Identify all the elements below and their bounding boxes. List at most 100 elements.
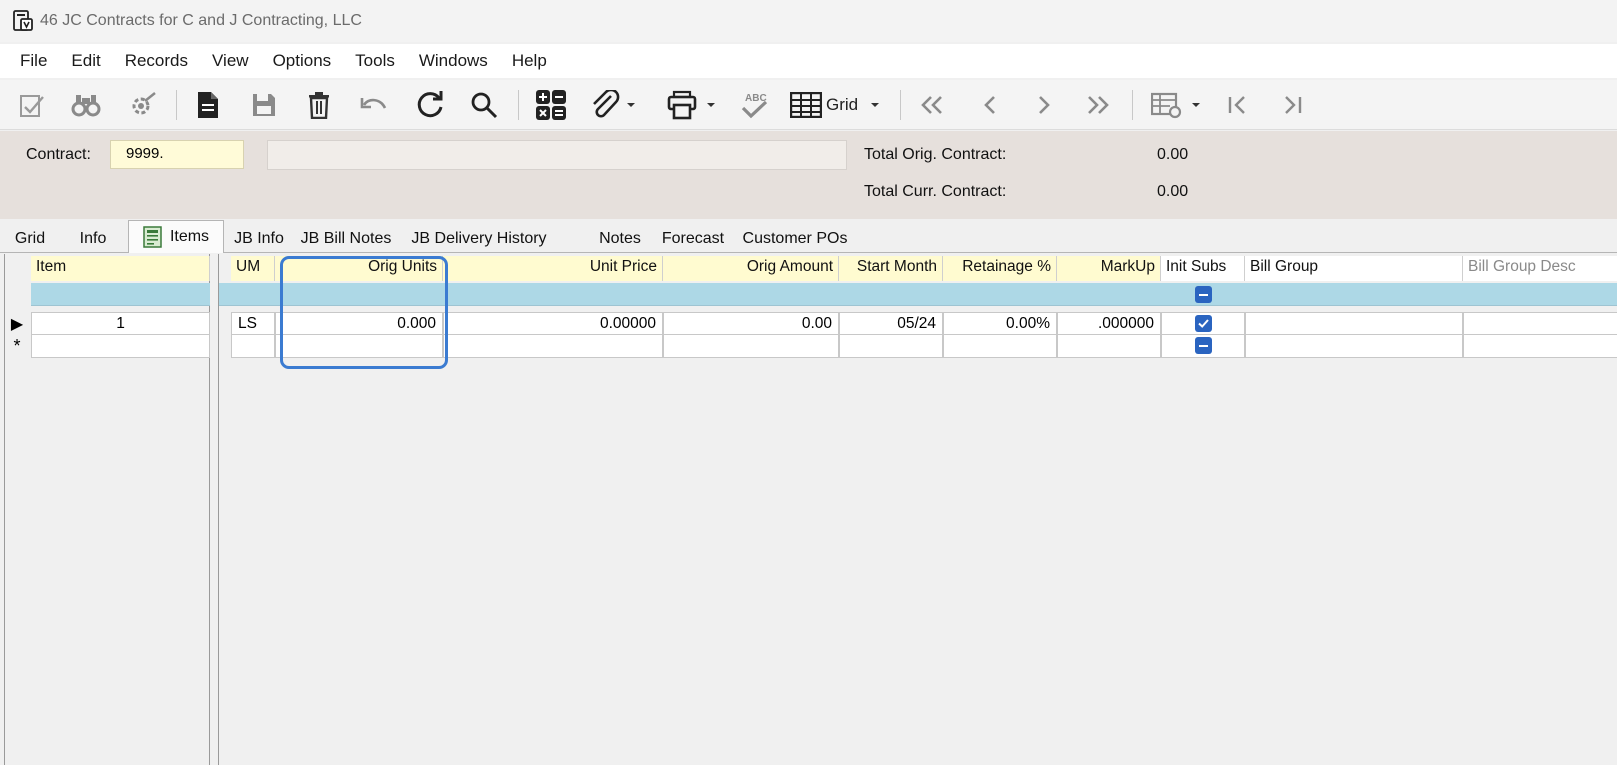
tab-info[interactable]: Info (62, 224, 124, 253)
new-row-cell-markup[interactable] (1057, 335, 1161, 358)
tab-grid-label: Grid (14, 229, 46, 247)
items-grid-main: UM Orig Units Unit Price Orig Amount Sta… (218, 254, 1617, 765)
settings-icon[interactable] (124, 88, 160, 122)
column-header-item[interactable]: Item (31, 256, 210, 281)
init-subs-checkbox[interactable] (1195, 315, 1212, 332)
contract-description-field[interactable] (267, 140, 847, 170)
refresh-icon[interactable] (412, 88, 448, 122)
menu-edit[interactable]: Edit (59, 51, 112, 71)
new-row-indicator[interactable]: * (5, 335, 29, 358)
new-row-cell-start-month[interactable] (839, 335, 943, 358)
init-subs-filter-checkbox[interactable] (1195, 286, 1212, 303)
items-grid-fixed: Item ▶ 1 * (4, 254, 210, 765)
last-page-icon[interactable] (1080, 88, 1116, 122)
menu-file[interactable]: File (8, 51, 59, 71)
cell-start-month[interactable]: 05/24 (839, 312, 943, 335)
last-record-icon[interactable] (1274, 88, 1310, 122)
column-header-um[interactable]: UM (231, 256, 275, 281)
column-header-start-month[interactable]: Start Month (839, 256, 943, 281)
column-header-markup[interactable]: MarkUp (1057, 256, 1161, 281)
filter-row[interactable] (31, 283, 210, 306)
column-header-bill-group[interactable]: Bill Group (1245, 256, 1463, 281)
new-row-cell-retainage[interactable] (943, 335, 1057, 358)
total-curr-contract-label: Total Curr. Contract: (864, 183, 1007, 200)
grid-view-button[interactable]: Grid (790, 88, 890, 122)
menu-help[interactable]: Help (500, 51, 559, 71)
cell-um[interactable]: LS (231, 312, 275, 335)
new-row-init-subs-checkbox[interactable] (1195, 337, 1212, 354)
grid-settings-icon[interactable] (1146, 88, 1206, 122)
tab-forecast[interactable]: Forecast (656, 224, 730, 253)
tab-jb-delivery-history[interactable]: JB Delivery History (400, 224, 558, 253)
cell-orig-units[interactable]: 0.000 (275, 312, 443, 335)
filter-row[interactable] (219, 283, 1617, 306)
title-bar: 46 JC Contracts for C and J Contracting,… (0, 0, 1617, 42)
cell-unit-price[interactable]: 0.00000 (443, 312, 663, 335)
toolbar-separator (1132, 90, 1133, 120)
tab-customer-pos[interactable]: Customer POs (736, 224, 854, 253)
contract-label: Contract: (26, 146, 91, 163)
grid-view-label: Grid (826, 95, 859, 114)
delete-icon[interactable] (301, 88, 337, 122)
new-row-cell-orig-amount[interactable] (663, 335, 839, 358)
window-title: 46 JC Contracts for C and J Contracting,… (40, 12, 362, 29)
items-tab-icon (143, 226, 162, 248)
menu-windows[interactable]: Windows (407, 51, 500, 71)
menu-options[interactable]: Options (261, 51, 344, 71)
column-header-init-subs[interactable]: Init Subs (1161, 256, 1245, 281)
menu-records[interactable]: Records (113, 51, 200, 71)
tab-grid[interactable]: Grid (0, 224, 60, 253)
current-row-indicator[interactable]: ▶ (5, 312, 29, 335)
items-grid-area: Item ▶ 1 * UM Orig Units Unit Price Orig… (0, 254, 1617, 765)
new-row-cell-orig-units[interactable] (275, 335, 443, 358)
spellcheck-icon[interactable]: ABC (736, 88, 772, 122)
validate-icon[interactable] (14, 88, 50, 122)
tab-jb-delivery-history-label: JB Delivery History (411, 229, 547, 247)
contract-header-panel: Contract: 9999. Total Orig. Contract: 0.… (0, 131, 1617, 219)
cell-markup[interactable]: .000000 (1057, 312, 1161, 335)
calculator-icon[interactable] (531, 88, 571, 122)
menu-tools[interactable]: Tools (343, 51, 407, 71)
toolbar-separator (900, 90, 901, 120)
tab-notes[interactable]: Notes (584, 224, 656, 253)
cell-retainage[interactable]: 0.00% (943, 312, 1057, 335)
attachment-icon[interactable] (588, 88, 638, 122)
tab-items[interactable]: Items (128, 220, 224, 253)
contract-field[interactable]: 9999. (110, 140, 244, 169)
grid-view-icon (790, 92, 822, 118)
menu-view[interactable]: View (200, 51, 261, 71)
total-orig-contract-value: 0.00 (1157, 146, 1189, 163)
first-record-icon[interactable] (1220, 88, 1256, 122)
new-row-cell-bill-group[interactable] (1245, 335, 1463, 358)
tab-jb-info[interactable]: JB Info (226, 224, 292, 253)
previous-icon[interactable] (972, 88, 1008, 122)
chevron-down-icon (871, 103, 880, 107)
new-row-cell-item[interactable] (31, 335, 210, 358)
new-record-icon[interactable] (190, 88, 226, 122)
column-header-retainage[interactable]: Retainage % (943, 256, 1057, 281)
tab-items-label: Items (169, 228, 210, 245)
find-icon[interactable] (68, 88, 104, 122)
tab-jb-bill-notes[interactable]: JB Bill Notes (296, 224, 396, 253)
column-header-orig-units[interactable]: Orig Units (275, 256, 443, 281)
tab-jb-info-label: JB Info (234, 229, 284, 247)
cell-item[interactable]: 1 (31, 312, 210, 335)
tab-info-label: Info (79, 229, 107, 247)
column-header-bill-group-desc[interactable]: Bill Group Desc (1463, 256, 1617, 281)
new-row-cell-um[interactable] (231, 335, 275, 358)
tab-jb-bill-notes-label: JB Bill Notes (300, 229, 392, 247)
save-icon[interactable] (246, 88, 282, 122)
tab-notes-label: Notes (599, 229, 641, 247)
menu-bar: File Edit Records View Options Tools Win… (0, 44, 1617, 78)
print-icon[interactable] (662, 88, 720, 122)
next-icon[interactable] (1026, 88, 1062, 122)
search-icon[interactable] (466, 88, 502, 122)
undo-icon[interactable] (356, 88, 392, 122)
column-header-unit-price[interactable]: Unit Price (443, 256, 663, 281)
cell-bill-group[interactable] (1245, 312, 1463, 335)
new-row-cell-unit-price[interactable] (443, 335, 663, 358)
column-header-orig-amount[interactable]: Orig Amount (663, 256, 839, 281)
first-page-icon[interactable] (914, 88, 950, 122)
tab-bar: Grid Info Items JB Info JB Bill Notes JB… (0, 220, 1617, 253)
cell-orig-amount[interactable]: 0.00 (663, 312, 839, 335)
